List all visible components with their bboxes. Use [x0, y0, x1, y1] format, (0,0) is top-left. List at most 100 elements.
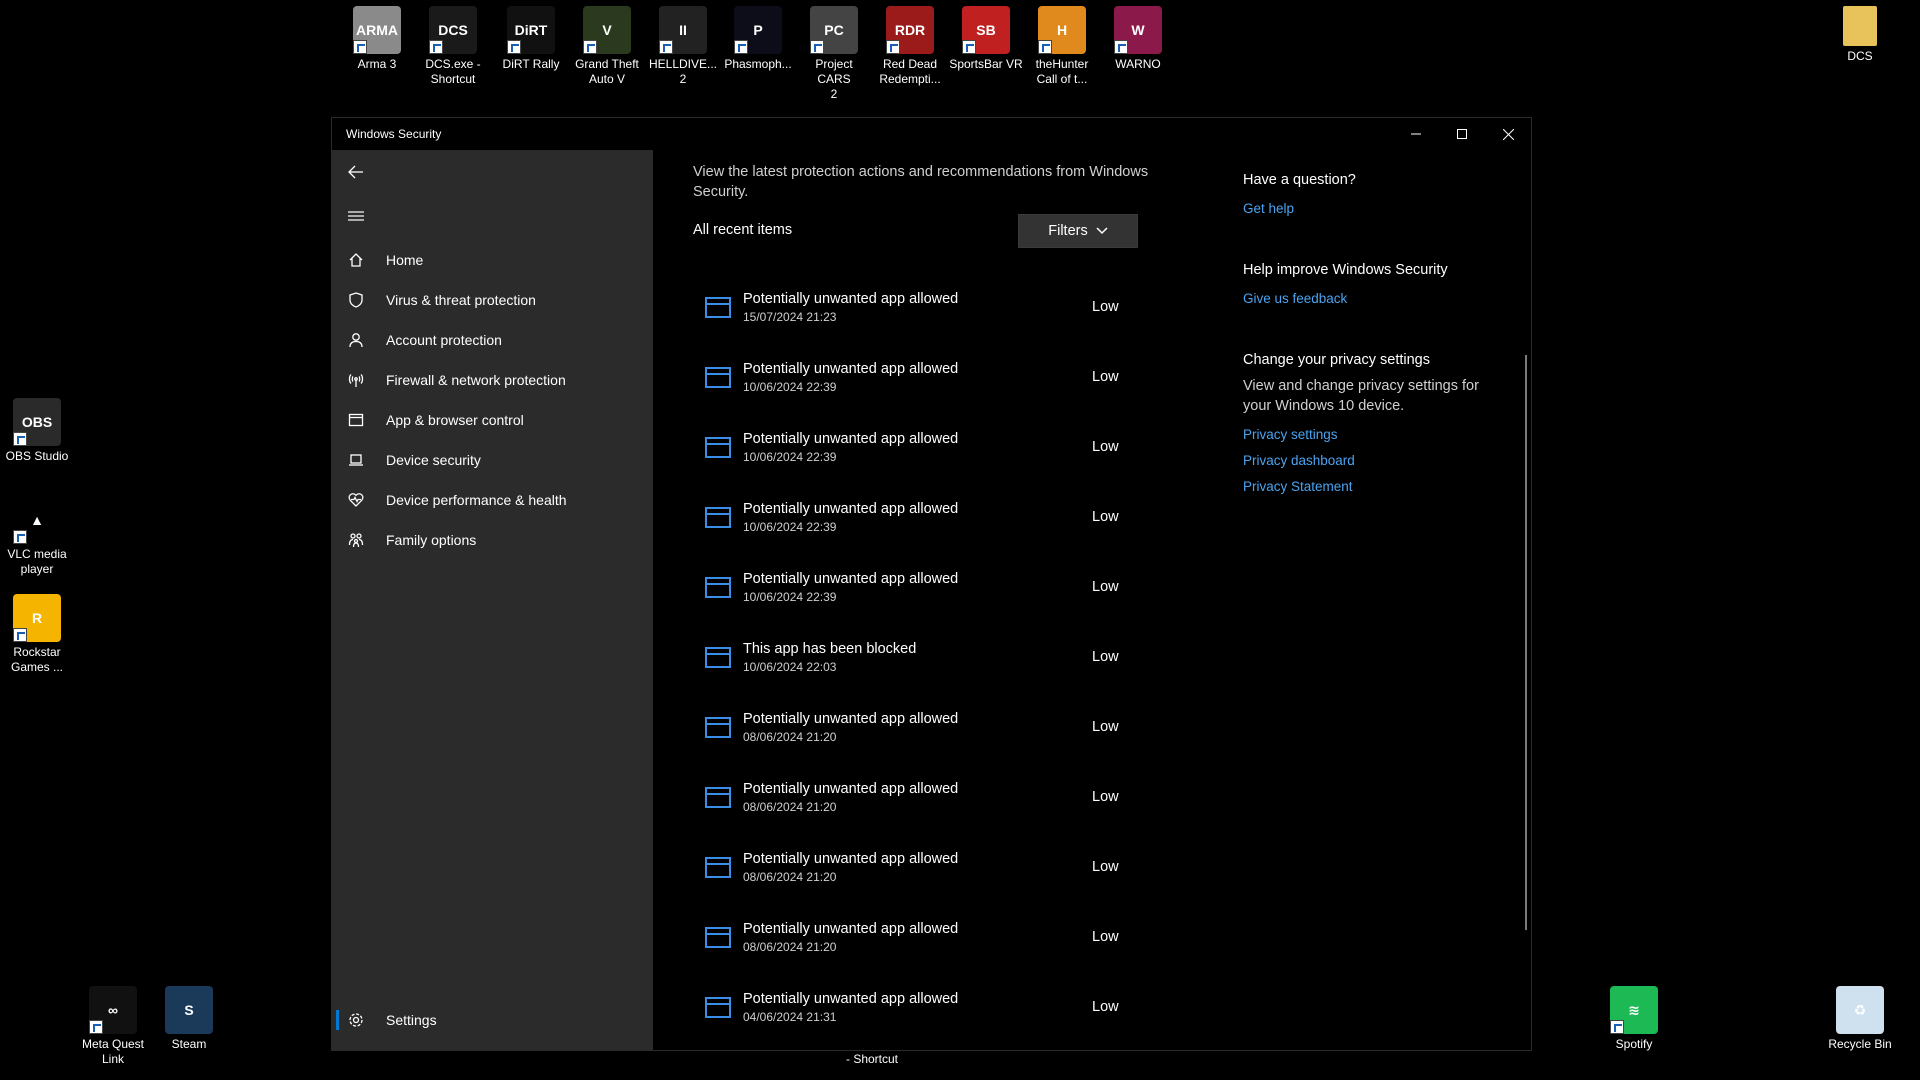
sidebar-item-family-options[interactable]: Family options [332, 520, 653, 560]
list-item[interactable]: Potentially unwanted app allowed 08/06/20… [693, 710, 1153, 780]
desktop-icon[interactable]: ∞ Meta Quest Link [76, 986, 150, 1067]
meta-quest-icon: ∞ [89, 986, 137, 1034]
list-item[interactable]: Potentially unwanted app allowed 04/06/20… [693, 990, 1153, 1060]
desktop-icon[interactable]: V Grand Theft Auto V [570, 6, 644, 87]
sidebar-item-app-browser-control[interactable]: App & browser control [332, 400, 653, 440]
desktop-icon[interactable]: ARMA Arma 3 [340, 6, 414, 72]
app-window-icon [705, 717, 731, 738]
minimize-icon [1411, 133, 1421, 135]
shortcut-arrow-icon [507, 40, 521, 54]
list-item[interactable]: Potentially unwanted app allowed 15/07/20… [693, 290, 1153, 360]
desktop-icon[interactable]: DCS DCS.exe - Shortcut [416, 6, 490, 87]
item-date: 10/06/2024 22:39 [743, 450, 837, 464]
list-item[interactable]: Potentially unwanted app allowed 10/06/20… [693, 360, 1153, 430]
improve-section: Help improve Windows Security Give us fe… [1243, 262, 1483, 312]
desktop-icon[interactable]: DCS [1823, 6, 1897, 64]
get-help-link[interactable]: Get help [1243, 196, 1483, 222]
sidebar-item-label: Device security [386, 452, 481, 468]
item-date: 04/06/2024 21:31 [743, 1010, 837, 1024]
severity-label: Low [1092, 859, 1119, 875]
list-item[interactable]: Potentially unwanted app allowed 08/06/20… [693, 780, 1153, 850]
desktop-icon-label: Project CARS 2 [815, 57, 853, 101]
list-item[interactable]: Potentially unwanted app allowed 08/06/20… [693, 920, 1153, 990]
desktop-icon[interactable]: OBS OBS Studio [0, 398, 74, 464]
sidebar-item-device-performance-health[interactable]: Device performance & health [332, 480, 653, 520]
close-button[interactable] [1485, 118, 1531, 150]
item-title: Potentially unwanted app allowed [743, 711, 959, 727]
desktop-icon[interactable]: W WARNO [1101, 6, 1175, 72]
title-bar[interactable]: Windows Security [332, 118, 1531, 150]
desktop-icon[interactable]: P Phasmoph... [721, 6, 795, 72]
improve-heading: Help improve Windows Security [1243, 262, 1448, 278]
desktop-icon[interactable]: R Rockstar Games ... [0, 594, 74, 675]
severity-label: Low [1092, 509, 1119, 525]
desktop-icon[interactable]: SB SportsBar VR [949, 6, 1023, 72]
privacy-statement-link[interactable]: Privacy Statement [1243, 474, 1483, 500]
scrollbar[interactable] [1525, 355, 1527, 930]
list-item[interactable]: Potentially unwanted app allowed 10/06/20… [693, 500, 1153, 570]
shortcut-arrow-icon [13, 530, 27, 544]
desktop-icon-label: DCS.exe - Shortcut [425, 57, 481, 86]
shortcut-arrow-icon [734, 40, 748, 54]
desktop-icon-label: DCS [1847, 49, 1873, 63]
filters-button[interactable]: Filters [1018, 214, 1138, 248]
back-button[interactable] [342, 158, 370, 186]
privacy-text: View and change privacy settings for you… [1243, 378, 1479, 414]
vlc-icon: ▲ [13, 496, 61, 544]
gta-v-icon: V [583, 6, 631, 54]
menu-button[interactable] [342, 202, 370, 230]
protection-history-list: Potentially unwanted app allowed 15/07/20… [693, 290, 1153, 1060]
desktop-icon[interactable]: DiRT DiRT Rally [494, 6, 568, 72]
recycle-bin-icon: ♻ [1836, 986, 1884, 1034]
privacy-settings-link[interactable]: Privacy settings [1243, 422, 1483, 448]
desktop-icon[interactable]: HtheHunter Call of t... [1025, 6, 1099, 87]
sidebar-item-firewall-network-protection[interactable]: Firewall & network protection [332, 360, 653, 400]
item-date: 10/06/2024 22:03 [743, 660, 837, 674]
item-title: Potentially unwanted app allowed [743, 361, 959, 377]
selection-indicator [336, 1010, 339, 1030]
sidebar-item-device-security[interactable]: Device security [332, 440, 653, 480]
sidebar-item-account-protection[interactable]: Account protection [332, 320, 653, 360]
desktop-icon-label: theHunter Call of t... [1035, 57, 1089, 86]
minimize-button[interactable] [1393, 118, 1439, 150]
sidebar: Home Virus & threat protection Account pro… [332, 150, 653, 1050]
item-title: Potentially unwanted app allowed [743, 781, 959, 797]
privacy-dashboard-link[interactable]: Privacy dashboard [1243, 448, 1483, 474]
desktop-icon[interactable]: PC Project CARS 2 [797, 6, 871, 102]
dcs-icon: DCS [429, 6, 477, 54]
item-date: 10/06/2024 22:39 [743, 590, 837, 604]
item-title: This app has been blocked [743, 641, 917, 657]
sportsbar-vr-icon: SB [962, 6, 1010, 54]
sidebar-item-virus-threat-protection[interactable]: Virus & threat protection [332, 280, 653, 320]
desktop-icon[interactable]: RDR Red Dead Redempti... [873, 6, 947, 87]
desktop-icon[interactable]: ≋ Spotify [1597, 986, 1671, 1052]
desktop-icon-label: VLC media player [7, 547, 67, 576]
item-info: Potentially unwanted app allowed 10/06/20… [743, 360, 958, 394]
desktop-icon[interactable]: ▲ VLC media player [0, 496, 74, 577]
shortcut-arrow-icon [962, 40, 976, 54]
desktop-icon[interactable]: II HELLDIVE... 2 [646, 6, 720, 87]
list-item[interactable]: Potentially unwanted app allowed 10/06/20… [693, 570, 1153, 640]
desktop-icon-label: Phasmoph... [724, 57, 792, 71]
app-window-icon [705, 857, 731, 878]
sidebar-item-settings[interactable]: Settings [332, 1000, 653, 1040]
maximize-button[interactable] [1439, 118, 1485, 150]
list-item[interactable]: This app has been blocked 10/06/2024 22:0… [693, 640, 1153, 710]
desktop-icon[interactable]: ♻ Recycle Bin [1823, 986, 1897, 1052]
feedback-link[interactable]: Give us feedback [1243, 286, 1483, 312]
family-icon [336, 532, 376, 548]
severity-label: Low [1092, 649, 1119, 665]
item-info: Potentially unwanted app allowed 04/06/20… [743, 990, 958, 1024]
gear-icon [336, 1012, 376, 1028]
close-icon [1502, 128, 1514, 140]
list-item[interactable]: Potentially unwanted app allowed 10/06/20… [693, 430, 1153, 500]
desktop-icon-label: Meta Quest Link [81, 1037, 145, 1066]
question-section: Have a question? Get help [1243, 172, 1483, 222]
shortcut-arrow-icon [1610, 1020, 1624, 1034]
desktop-icon[interactable]: S Steam [152, 986, 226, 1052]
app-window-icon [705, 437, 731, 458]
list-item[interactable]: Potentially unwanted app allowed 08/06/20… [693, 850, 1153, 920]
item-date: 15/07/2024 21:23 [743, 310, 837, 324]
sidebar-item-home[interactable]: Home [332, 240, 653, 280]
hamburger-icon [348, 211, 364, 221]
